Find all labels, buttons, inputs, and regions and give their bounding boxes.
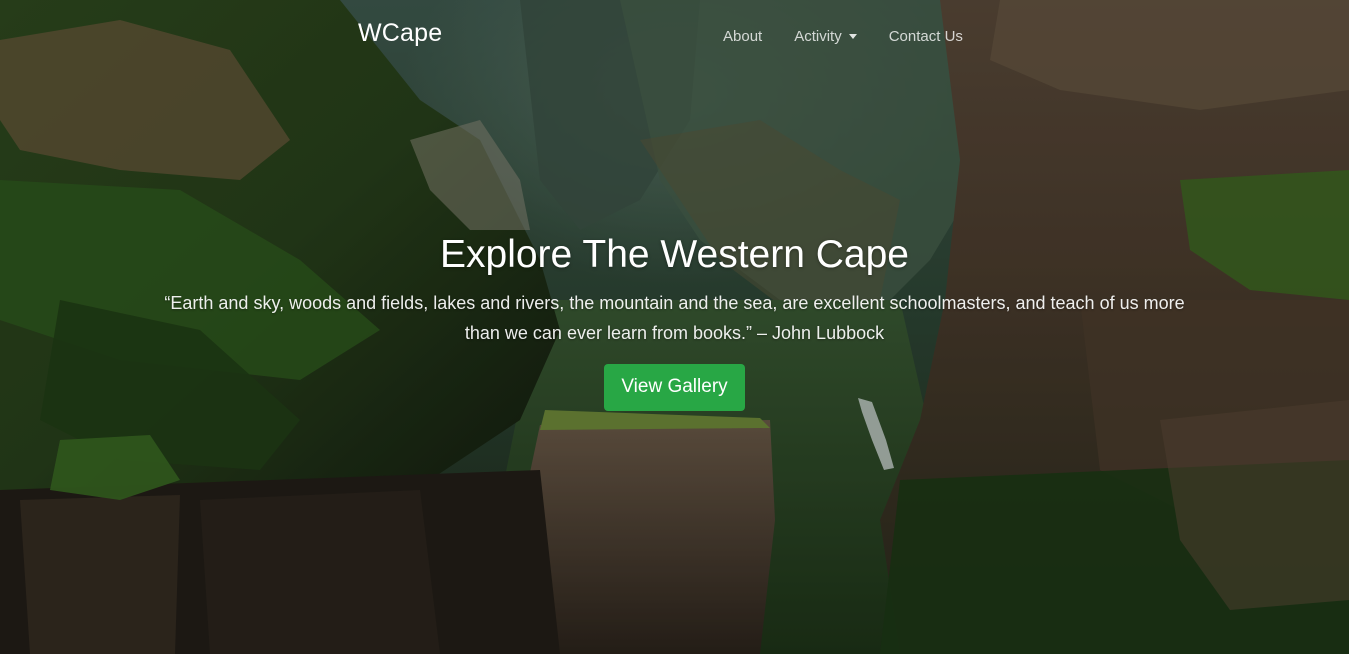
brand-logo-link[interactable]: WCape — [358, 19, 442, 48]
view-gallery-button[interactable]: View Gallery — [604, 364, 745, 411]
nav-contact-label: Contact Us — [888, 28, 963, 45]
caret-down-icon — [848, 34, 857, 39]
nav-activity-dropdown[interactable]: Activity — [778, 28, 873, 45]
nav-links: About Activity Contact Us — [707, 28, 979, 45]
nav-contact-link[interactable]: Contact Us — [873, 28, 979, 45]
nav-activity-label: Activity — [794, 28, 842, 45]
hero-quote: “Earth and sky, woods and fields, lakes … — [164, 293, 1185, 343]
top-navbar: WCape About Activity Contact Us — [0, 0, 1349, 74]
nav-about-link[interactable]: About — [707, 28, 778, 45]
hero-title: Explore The Western Cape — [440, 233, 909, 276]
hero-section: WCape About Activity Contact Us Explore … — [0, 0, 1349, 654]
hero-content: Explore The Western Cape “Earth and sky,… — [0, 230, 1349, 411]
nav-about-label: About — [723, 28, 763, 45]
